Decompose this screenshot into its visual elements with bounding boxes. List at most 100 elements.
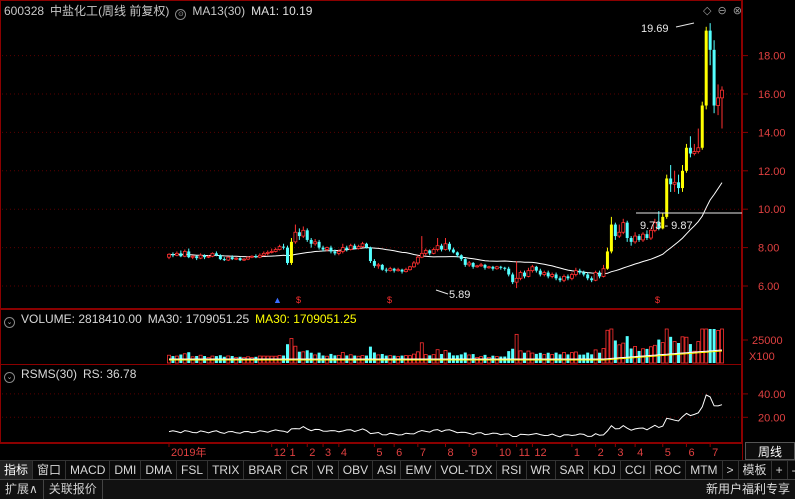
tab--[interactable]: >: [723, 461, 739, 479]
candle-body-down: [305, 230, 309, 240]
candle-body-down: [613, 224, 617, 237]
candle-body-up: [210, 252, 215, 257]
tab-cr[interactable]: CR: [287, 461, 314, 479]
candle-body-down: [380, 264, 384, 270]
tab-sar[interactable]: SAR: [556, 461, 590, 479]
volume-bar-up: [530, 352, 535, 364]
tab-asi[interactable]: ASI: [373, 461, 402, 479]
close-icon[interactable]: ⊗: [733, 5, 742, 17]
tab-vr[interactable]: VR: [313, 461, 339, 479]
candle-body-down: [384, 269, 388, 271]
tab--[interactable]: -: [788, 461, 795, 479]
candle-body-down: [392, 268, 396, 271]
tab-vol-tdx[interactable]: VOL-TDX: [436, 461, 498, 479]
volume-bar-down: [712, 329, 716, 363]
candle-body-down: [598, 272, 602, 277]
volume-bar-down: [523, 352, 526, 363]
candle-body-up: [443, 243, 448, 250]
tab-wr[interactable]: WR: [527, 461, 556, 479]
candle-body-up: [621, 222, 626, 233]
tab-模板[interactable]: 模板: [739, 461, 772, 479]
volume-bar-down: [297, 351, 301, 363]
candle-body-up: [514, 277, 519, 283]
settings-circle-icon[interactable]: ⊙: [175, 9, 187, 20]
candle-body-down: [590, 278, 594, 281]
volume-bar-down: [329, 353, 333, 363]
candle-body-up: [269, 251, 274, 253]
volume-bar-up: [720, 328, 724, 364]
low-price-label: 5.89: [449, 289, 470, 301]
date-tick-label: 10: [499, 447, 511, 459]
tab-窗口[interactable]: 窗口: [33, 461, 67, 479]
volume-bar-up: [716, 330, 720, 364]
tab--[interactable]: +: [772, 461, 788, 479]
volume-bar-down: [305, 350, 309, 363]
tab-emv[interactable]: EMV: [401, 461, 437, 479]
date-tick-label: 1: [574, 447, 580, 459]
tab-macd[interactable]: MACD: [66, 461, 111, 479]
tab-roc[interactable]: ROC: [651, 461, 687, 479]
candle-body-down: [677, 182, 681, 189]
candle-body-down: [317, 241, 321, 248]
volume-bar-down: [380, 353, 384, 363]
tab-dma[interactable]: DMA: [141, 461, 178, 479]
candle-body-down: [669, 178, 673, 185]
minimize-icon[interactable]: ⊖: [717, 5, 726, 17]
candle-body-up: [356, 246, 361, 249]
rsms-line: [168, 394, 723, 438]
tab-obv[interactable]: OBV: [339, 461, 374, 479]
candle-body-down: [179, 253, 183, 257]
candle-body-up: [265, 251, 270, 254]
tab-指标[interactable]: 指标: [0, 461, 34, 479]
candle-body-up: [467, 262, 472, 266]
tab-dmi[interactable]: DMI: [110, 461, 142, 479]
tab-mtm[interactable]: MTM: [686, 461, 723, 479]
candle-body-up: [684, 147, 688, 171]
candle-body-down: [333, 251, 337, 254]
main-panel-frame: [0, 0, 742, 309]
new-user-promo-link[interactable]: 新用户福利专享: [701, 480, 795, 499]
volume-bar-up: [633, 346, 637, 364]
tab-fsl[interactable]: FSL: [177, 461, 209, 479]
tab-rsi[interactable]: RSI: [497, 461, 527, 479]
candle-body-up: [411, 262, 416, 268]
diamond-icon[interactable]: ◇: [703, 5, 711, 17]
tab-trix[interactable]: TRIX: [208, 461, 245, 479]
candle-body-up: [423, 250, 428, 254]
candle-body-up: [388, 268, 393, 272]
candle-body-down: [372, 261, 376, 266]
expand-button[interactable]: 扩展∧: [0, 480, 44, 499]
candle-body-down: [483, 264, 487, 268]
candle-body-up: [257, 254, 262, 258]
candle-body-up: [617, 231, 622, 237]
date-tick-label: 3: [617, 447, 623, 459]
candle-body-up: [261, 252, 266, 256]
period-selector[interactable]: 周线: [745, 442, 795, 460]
volume-bar-up: [700, 328, 705, 364]
tab-kdj[interactable]: KDJ: [589, 461, 621, 479]
candle-body-down: [637, 236, 641, 240]
candle-body-up: [435, 245, 440, 250]
volume-bar-down: [625, 336, 629, 363]
chevron-down-icon[interactable]: ⌄: [4, 317, 15, 328]
candle-body-up: [550, 274, 555, 277]
stock-chart[interactable]: 6.00 8.00 10.00 12.00 14.00 16.00 18.00 9.73 - …: [0, 0, 795, 460]
candle-body-down: [507, 268, 511, 275]
candle-body-up: [415, 256, 420, 264]
candle-body-up: [570, 274, 574, 279]
candle-body-down: [499, 266, 503, 268]
volume-bar-up: [182, 353, 187, 364]
volume-bar-up: [518, 350, 523, 364]
related-quotes-button[interactable]: 关联报价: [44, 480, 103, 499]
volume-bar-down: [507, 351, 511, 363]
tab-cci[interactable]: CCI: [621, 461, 651, 479]
candle-body-down: [558, 278, 562, 281]
event-marker-icon: $: [387, 295, 392, 305]
candle-body-down: [365, 243, 368, 248]
candle-body-up: [277, 246, 282, 250]
chevron-down-icon[interactable]: ⌄: [4, 372, 15, 383]
candle-body-up: [396, 269, 401, 272]
tab-brar[interactable]: BRAR: [244, 461, 287, 479]
price-tick-label: 14.00: [758, 127, 786, 139]
volume-bar-down: [372, 352, 376, 363]
